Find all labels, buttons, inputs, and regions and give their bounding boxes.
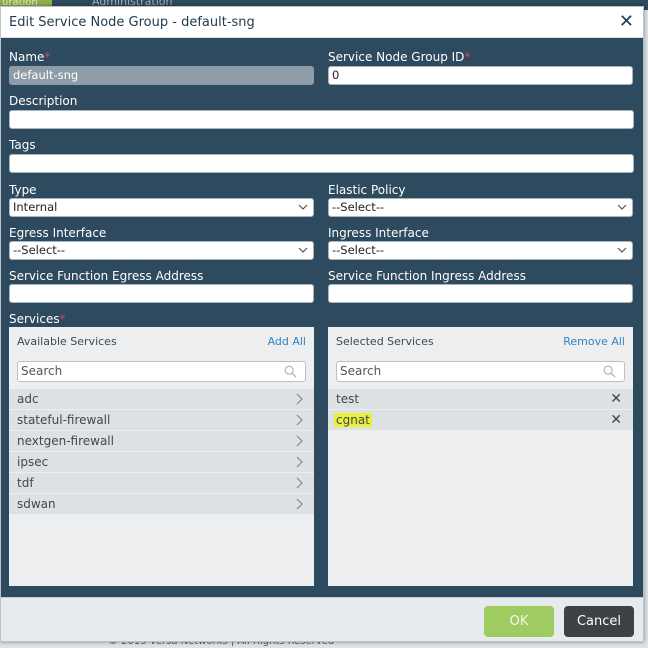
available-service-item[interactable]: ipsec [9, 452, 314, 472]
tags-field[interactable] [9, 154, 634, 173]
available-search-input[interactable]: Search [17, 361, 306, 382]
available-services-title: Available Services [17, 335, 117, 348]
elastic-policy-label: Elastic Policy [328, 183, 406, 197]
list-item-label: ipsec [17, 455, 49, 469]
chevron-right-icon [296, 414, 303, 426]
search-icon [284, 365, 297, 378]
cancel-button[interactable]: Cancel [564, 606, 634, 637]
search-icon [603, 365, 616, 378]
available-service-item[interactable]: adc [9, 389, 314, 409]
service-node-group-id-label: Service Node Group ID* [328, 50, 471, 64]
remove-icon[interactable]: ✕ [610, 413, 622, 427]
type-label: Type [9, 183, 37, 197]
chevron-right-icon [296, 393, 303, 405]
selected-search-input[interactable]: Search [336, 361, 625, 382]
edit-service-node-group-dialog: Edit Service Node Group - default-sng ✕ … [0, 6, 644, 642]
description-label: Description [9, 94, 78, 108]
chevron-down-icon [298, 204, 308, 210]
remove-icon[interactable]: ✕ [610, 392, 622, 406]
elastic-policy-select[interactable]: --Select-- [328, 198, 633, 217]
sf-egress-address-field[interactable] [9, 284, 314, 303]
selected-service-item[interactable]: test ✕ [328, 389, 633, 409]
chevron-down-icon [298, 247, 308, 253]
sf-ingress-address-label: Service Function Ingress Address [328, 269, 526, 283]
chevron-down-icon [617, 204, 627, 210]
selected-services-title: Selected Services [336, 335, 434, 348]
ingress-interface-select-value: --Select-- [332, 243, 385, 257]
available-service-item[interactable]: nextgen-firewall [9, 431, 314, 451]
ingress-interface-label: Ingress Interface [328, 226, 429, 240]
service-node-group-id-field[interactable]: 0 [328, 66, 633, 85]
sf-egress-address-label: Service Function Egress Address [9, 269, 204, 283]
type-select[interactable]: Internal [9, 198, 314, 217]
sf-ingress-address-field[interactable] [328, 284, 633, 303]
chevron-right-icon [296, 435, 303, 447]
egress-interface-select-value: --Select-- [13, 243, 66, 257]
egress-interface-select[interactable]: --Select-- [9, 241, 314, 260]
chevron-right-icon [296, 498, 303, 510]
dialog-footer: OK Cancel [1, 597, 643, 641]
chevron-right-icon [296, 477, 303, 489]
list-item-label: adc [17, 392, 39, 406]
chevron-right-icon [296, 456, 303, 468]
type-select-value: Internal [13, 200, 58, 214]
description-field[interactable] [9, 110, 634, 129]
available-service-item[interactable]: sdwan [9, 494, 314, 514]
remove-all-link[interactable]: Remove All [563, 335, 625, 348]
list-item-label: sdwan [17, 497, 56, 511]
selected-service-item[interactable]: cgnat ✕ [328, 410, 633, 430]
name-label: Name* [9, 50, 51, 64]
close-icon[interactable]: ✕ [619, 12, 634, 32]
available-service-item[interactable]: tdf [9, 473, 314, 493]
list-item-label-highlighted: cgnat [334, 413, 372, 427]
dialog-title: Edit Service Node Group - default-sng [9, 15, 255, 30]
selected-search-placeholder: Search [340, 364, 382, 378]
available-services-panel: Available Services Add All Search adc st… [9, 327, 314, 586]
chevron-down-icon [617, 247, 627, 253]
list-item-label: tdf [17, 476, 34, 490]
ok-button[interactable]: OK [484, 606, 554, 637]
selected-services-list: test ✕ cgnat ✕ [328, 389, 633, 431]
available-search-placeholder: Search [21, 364, 63, 378]
dialog-header: Edit Service Node Group - default-sng ✕ [1, 7, 643, 38]
list-item-label: test [336, 392, 360, 406]
egress-interface-label: Egress Interface [9, 226, 107, 240]
name-field[interactable]: default-sng [9, 66, 314, 85]
services-label: Services* [9, 312, 66, 326]
list-item-label: stateful-firewall [17, 413, 111, 427]
elastic-policy-select-value: --Select-- [332, 200, 385, 214]
tags-label: Tags [9, 138, 36, 152]
available-service-item[interactable]: stateful-firewall [9, 410, 314, 430]
ingress-interface-select[interactable]: --Select-- [328, 241, 633, 260]
list-item-label: nextgen-firewall [17, 434, 114, 448]
add-all-link[interactable]: Add All [268, 335, 306, 348]
available-services-list: adc stateful-firewall nextgen-firewall i… [9, 389, 314, 515]
selected-services-panel: Selected Services Remove All Search test… [328, 327, 633, 586]
